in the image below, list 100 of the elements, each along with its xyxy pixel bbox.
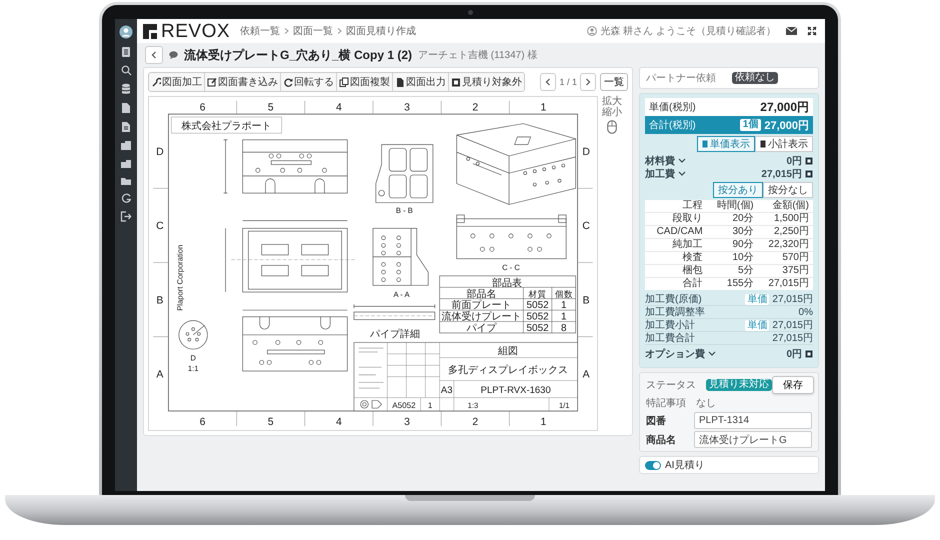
logo-mark-icon xyxy=(143,24,157,38)
chevron-left-icon xyxy=(150,51,158,59)
welcome-text: 光森 耕さん ようこそ（見積り確認者） xyxy=(600,24,776,38)
detail-view-drawing xyxy=(178,320,208,350)
toolbar-button[interactable]: 図面複製 xyxy=(337,73,393,91)
breadcrumb-link[interactable]: 依頼一覧 xyxy=(240,24,280,38)
total-price-label: 合計(税別) xyxy=(649,118,696,132)
option-cost-label: オプション費 xyxy=(645,347,705,361)
square-icon xyxy=(805,350,813,358)
zone-letter: A xyxy=(156,370,164,381)
summary-value: 27,015円 xyxy=(772,332,813,345)
input-field[interactable]: 流体受けプレートG xyxy=(694,431,812,448)
summary-value: 0% xyxy=(798,306,813,318)
table-cell: 155分 xyxy=(706,278,758,290)
toggle-button[interactable]: 按分なし xyxy=(763,182,813,198)
toggle-button[interactable]: 単価表示 xyxy=(697,136,755,152)
building-icon xyxy=(120,140,132,151)
field-label: 図番 xyxy=(646,414,667,428)
breadcrumb-link[interactable]: 図面一覧 xyxy=(293,24,334,38)
save-button[interactable]: 保存 xyxy=(772,376,814,394)
list-button[interactable]: 一覧 xyxy=(600,73,628,91)
section-view-drawing xyxy=(376,144,434,203)
zone-letter: D xyxy=(582,147,590,158)
sheet-size: A3 xyxy=(440,384,453,396)
status-label: ステータス xyxy=(646,379,696,392)
toggle-button[interactable]: 小計表示 xyxy=(755,136,813,152)
mouse-icon xyxy=(607,120,617,134)
table-cell: CAD/CAM xyxy=(645,226,707,238)
toolbar-button[interactable]: 見積り対象外 xyxy=(449,73,524,91)
zone-number: 3 xyxy=(404,417,410,428)
product-name: 多孔ディスプレイボックス xyxy=(448,364,568,376)
table-cell: 5分 xyxy=(706,264,758,278)
input-field[interactable]: PLPT-1314 xyxy=(694,412,812,429)
edit-icon xyxy=(207,76,217,88)
zone-number: 4 xyxy=(336,417,342,428)
parts-table-header: 個数 xyxy=(554,288,573,299)
expand-icon xyxy=(807,26,817,36)
document-icon xyxy=(702,140,708,148)
table-cell: 90分 xyxy=(706,238,758,252)
zone-number: 5 xyxy=(268,417,274,428)
database-icon xyxy=(121,83,131,95)
title-block-title: 組図 xyxy=(498,346,518,357)
note-value: なし xyxy=(696,397,716,410)
logout-icon xyxy=(120,211,132,222)
copy-icon xyxy=(339,76,349,88)
note-label: 特記事項 xyxy=(646,396,686,410)
zone-number: 6 xyxy=(200,102,206,114)
toolbar-button[interactable]: 回転する xyxy=(281,73,337,91)
cost-value: 0円 xyxy=(786,154,802,168)
status-badge: 依頼なし xyxy=(732,72,778,84)
zone-letter: C xyxy=(582,221,590,232)
company-name: 株式会社プラポート xyxy=(181,120,272,132)
summary-label: 加工費調整率 xyxy=(645,306,705,319)
rotate-icon xyxy=(283,76,293,88)
table-header: 工程 xyxy=(645,200,707,212)
square-icon xyxy=(451,76,461,88)
table-cell: 1,500円 xyxy=(758,212,813,226)
parts-table-cell: 8 xyxy=(560,323,567,334)
search-icon xyxy=(120,65,132,76)
quantity-badge: 1個 xyxy=(740,119,762,131)
partner-label: パートナー依頼 xyxy=(646,72,716,85)
table-cell: 純加工 xyxy=(645,238,707,252)
cost-label: 材料費 xyxy=(645,154,675,168)
total-price-value: 27,000円 xyxy=(764,118,809,132)
toolbar-button[interactable]: 図面加工 xyxy=(149,73,205,91)
section-label: B - B xyxy=(396,206,413,216)
mail-icon xyxy=(786,27,797,35)
avatar-icon xyxy=(119,25,133,39)
previous-page-button[interactable] xyxy=(540,73,556,91)
document-icon xyxy=(121,121,131,133)
chevron-right-icon xyxy=(284,28,290,34)
zone-letter: C xyxy=(156,221,164,232)
toggle-switch[interactable] xyxy=(645,460,661,470)
zone-letter: B xyxy=(156,295,164,306)
pipe-detail-title: パイプ詳細 xyxy=(370,328,420,340)
zone-letter: A xyxy=(582,370,590,381)
zone-number: 2 xyxy=(472,417,478,428)
next-page-button[interactable] xyxy=(580,73,596,91)
detail-scale: 1:1 xyxy=(188,364,198,373)
scale-text: 1:3 xyxy=(468,401,478,410)
building-icon xyxy=(120,158,132,169)
back-button[interactable] xyxy=(145,46,163,64)
side-text: Plaport Corporation xyxy=(176,244,185,311)
unit-price-label: 単価(税別) xyxy=(649,100,696,114)
chevron-down-icon xyxy=(708,351,716,357)
wrench-icon xyxy=(151,76,161,88)
toggle-button[interactable]: 按分あり xyxy=(713,182,763,198)
zoom-hint-text: 縮小 xyxy=(602,107,622,118)
table-cell: 段取り xyxy=(645,212,707,226)
toolbar-button[interactable]: 図面出力 xyxy=(393,73,449,91)
unit-price-value: 27,000円 xyxy=(760,98,809,116)
toolbar-button[interactable]: 図面書き込み xyxy=(205,73,281,91)
summary-value: 27,015円 xyxy=(772,293,813,306)
table-cell: 375円 xyxy=(758,264,813,278)
parts-table-header: 材質 xyxy=(528,288,547,299)
breadcrumb-link[interactable]: 図面見積り作成 xyxy=(346,24,416,38)
parts-table-cell: 1 xyxy=(560,300,567,312)
parts-table-cell: 5052 xyxy=(526,323,549,334)
zone-number: 5 xyxy=(268,102,274,114)
document-icon xyxy=(121,102,131,114)
